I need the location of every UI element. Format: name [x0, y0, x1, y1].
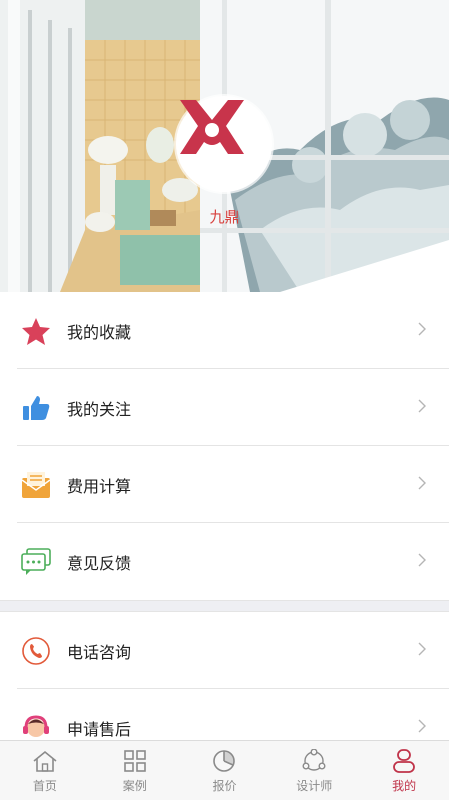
chevron-right-icon — [418, 642, 426, 656]
chat-bubbles-icon — [19, 545, 53, 579]
star-icon — [19, 314, 53, 348]
menu-item-label: 意见反馈 — [67, 553, 132, 573]
share-nodes-icon — [302, 749, 326, 771]
chevron-right-icon — [418, 399, 426, 413]
menu-item-cost-calculator[interactable]: 费用计算 — [0, 446, 449, 523]
phone-icon — [19, 634, 53, 668]
grid-icon — [123, 750, 146, 772]
profile-header-banner: 九鼎 — [0, 0, 449, 292]
tab-label: 设计师 — [296, 779, 333, 793]
jiuding-logo-icon — [180, 100, 244, 154]
tab-quote[interactable]: 报价 — [180, 741, 270, 800]
profile-menu: 我的收藏 我的关注 费用计算 意见反馈 电话咨询 申请售后 — [0, 292, 449, 766]
tab-label: 我的 — [392, 779, 417, 793]
envelope-icon — [19, 468, 53, 502]
menu-item-label: 申请售后 — [67, 719, 132, 739]
tab-home[interactable]: 首页 — [0, 741, 90, 800]
menu-item-phone-consult[interactable]: 电话咨询 — [0, 612, 449, 689]
menu-item-feedback[interactable]: 意见反馈 — [0, 523, 449, 600]
user-icon — [393, 749, 415, 773]
chevron-right-icon — [418, 553, 426, 567]
menu-item-label: 电话咨询 — [67, 642, 132, 662]
menu-item-label: 我的关注 — [67, 399, 132, 419]
menu-item-label: 我的收藏 — [67, 322, 132, 342]
section-separator — [0, 600, 449, 612]
home-icon — [33, 750, 57, 772]
profile-page: 九鼎 我的收藏 我的关注 费用计算 意见反馈 电话咨询 申请售后 首页 案例 报… — [0, 0, 449, 800]
profile-name[interactable]: 九鼎 — [0, 206, 449, 227]
tab-cases[interactable]: 案例 — [90, 741, 180, 800]
chevron-right-icon — [418, 322, 426, 336]
menu-item-label: 费用计算 — [67, 476, 132, 496]
avatar[interactable] — [176, 96, 272, 192]
thumbs-up-icon — [19, 391, 53, 425]
menu-item-following[interactable]: 我的关注 — [0, 369, 449, 446]
chevron-right-icon — [418, 476, 426, 490]
tab-label: 报价 — [212, 779, 237, 793]
bottom-tab-bar: 首页 案例 报价 设计师 我的 — [0, 740, 449, 800]
menu-item-favorites[interactable]: 我的收藏 — [0, 292, 449, 369]
tab-mine[interactable]: 我的 — [359, 741, 449, 800]
tab-designers[interactable]: 设计师 — [269, 741, 359, 800]
tab-label: 案例 — [122, 779, 147, 793]
pie-chart-icon — [213, 750, 236, 772]
chevron-right-icon — [418, 719, 426, 733]
tab-label: 首页 — [32, 779, 57, 793]
